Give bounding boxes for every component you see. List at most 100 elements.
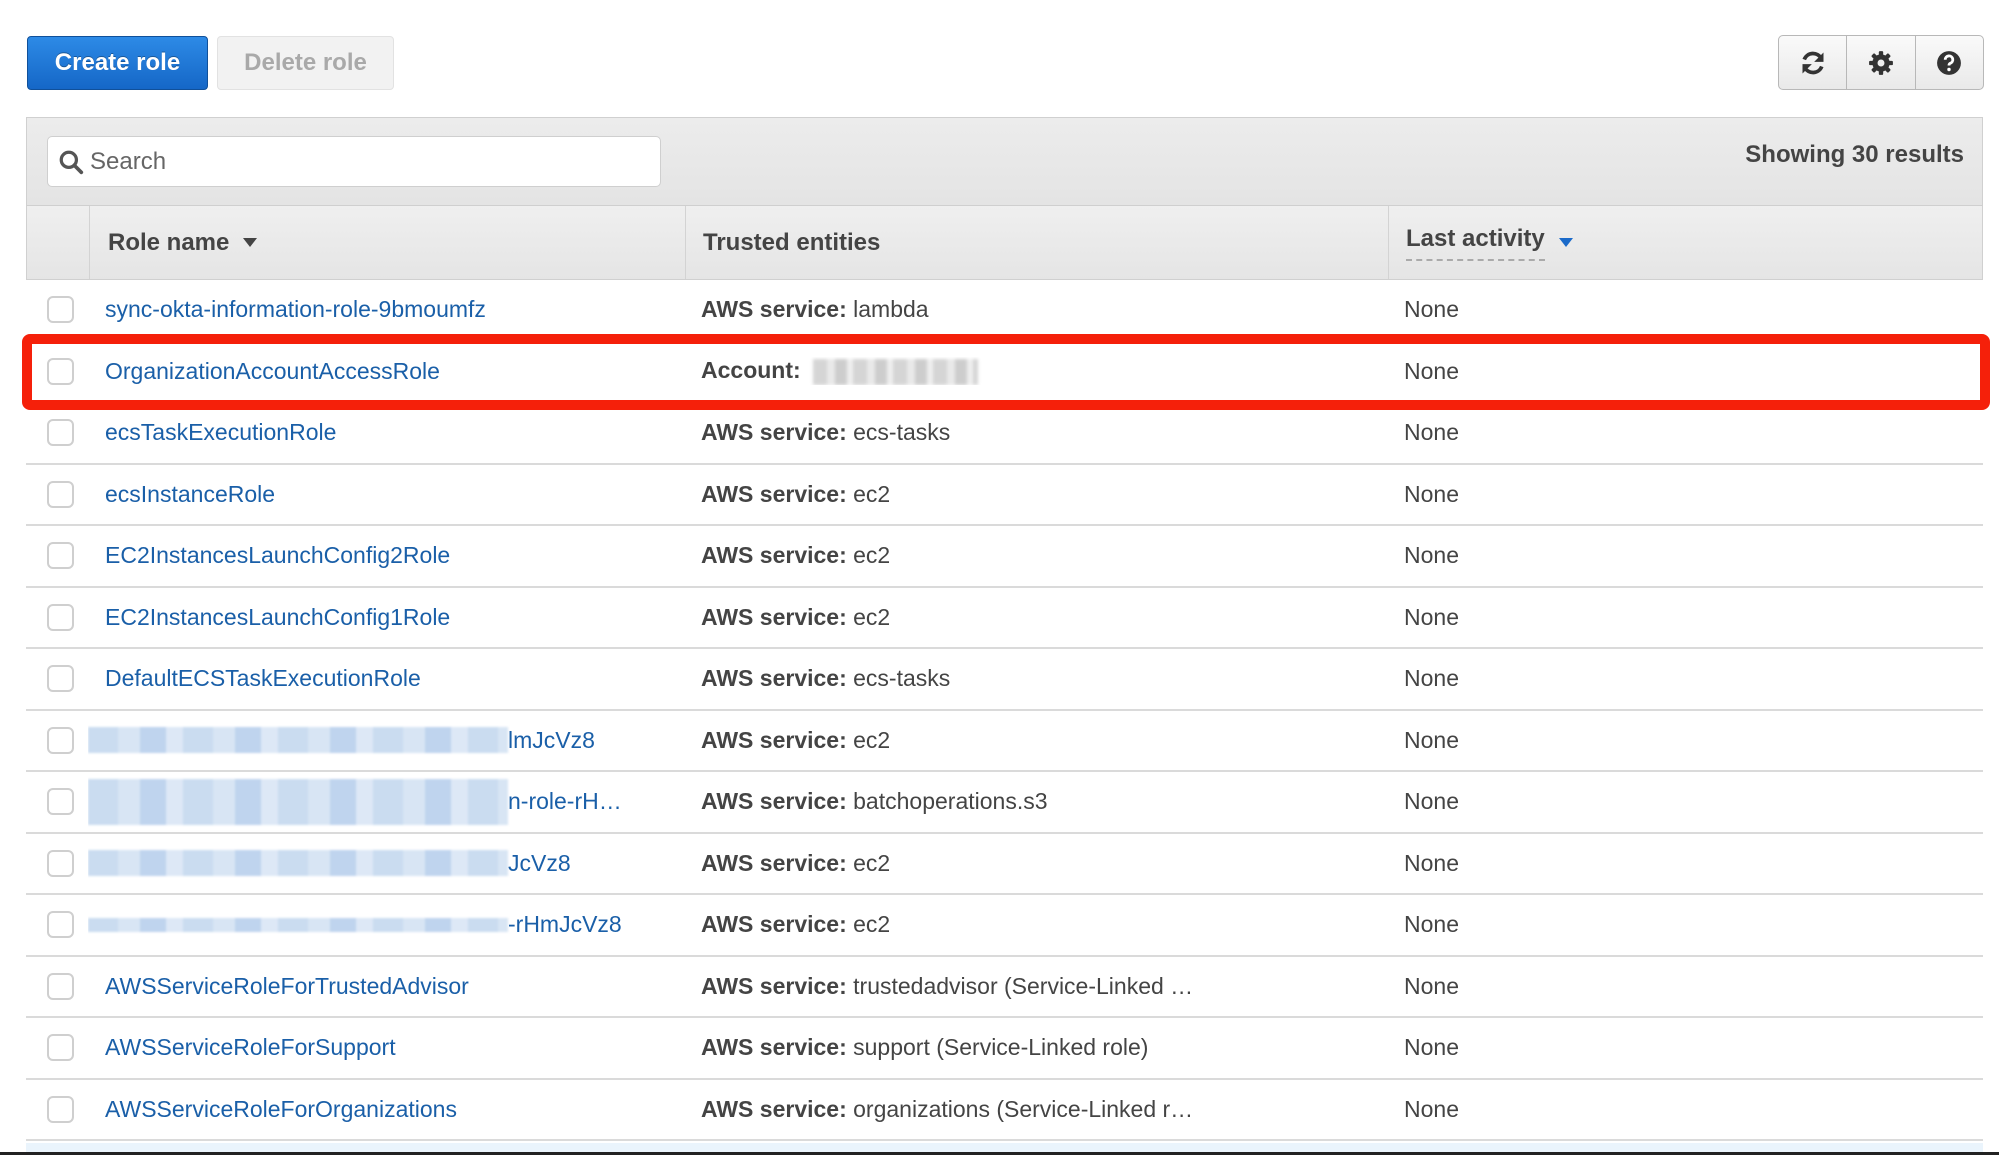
role-name-suffix: n-role-rH…	[508, 788, 622, 815]
role-name-link[interactable]: -rHmJcVz8	[88, 895, 684, 955]
role-name-text: ecsInstanceRole	[105, 480, 276, 507]
last-activity-cell: None	[1404, 849, 1459, 876]
row-checkbox[interactable]	[46, 726, 74, 754]
gear-icon	[1869, 50, 1893, 75]
trusted-entity-label: AWS service:	[701, 788, 847, 815]
table-row[interactable]: OrganizationAccountAccessRole Account: No…	[26, 341, 1983, 403]
trusted-entity-value: ec2	[853, 911, 891, 938]
role-name-link[interactable]: JcVz8	[88, 834, 684, 894]
table-row[interactable]: EC2InstancesLaunchConfig2Role AWS service…	[26, 526, 1983, 588]
table-row[interactable]: n-role-rH… AWS service: batchoperations.s…	[26, 772, 1983, 834]
role-name-link[interactable]: OrganizationAccountAccessRole	[88, 358, 684, 385]
trusted-entity-value: organizations	[853, 1095, 990, 1122]
row-select-cell	[26, 957, 88, 1017]
header-role-name-label: Role name	[108, 228, 230, 256]
row-checkbox[interactable]	[46, 603, 74, 631]
table-row[interactable]: sync-okta-information-role-9bmoumfz AWS s…	[26, 280, 1983, 342]
row-select-cell	[26, 526, 88, 586]
trusted-entity-label: AWS service:	[701, 665, 847, 692]
row-checkbox[interactable]	[46, 480, 74, 508]
row-checkbox[interactable]	[46, 296, 74, 324]
sort-caret-icon	[243, 238, 258, 247]
row-checkbox[interactable]	[46, 911, 74, 939]
row-checkbox[interactable]	[46, 788, 74, 816]
role-name-link[interactable]: ecsTaskExecutionRole	[88, 419, 684, 446]
role-name-link[interactable]: lmJcVz8	[88, 711, 684, 771]
role-name-link[interactable]: EC2InstancesLaunchConfig2Role	[88, 542, 684, 569]
trusted-entity-cell: AWS service: ec2	[684, 911, 1387, 938]
row-select-cell	[26, 588, 88, 648]
row-select-cell	[26, 342, 88, 402]
table-row[interactable]: AWSServiceRoleForTrustedAdvisor AWS servi…	[26, 956, 1983, 1018]
trusted-entity-cell: AWS service: ecs-tasks	[684, 665, 1387, 692]
last-activity-cell: None	[1404, 1034, 1459, 1061]
results-count: Showing 30 results	[1745, 141, 1964, 168]
search-field[interactable]	[47, 136, 661, 187]
trusted-entity-label: AWS service:	[701, 1095, 847, 1122]
row-select-cell	[26, 711, 88, 771]
row-checkbox[interactable]	[46, 1095, 74, 1123]
sort-caret-icon	[1558, 238, 1573, 247]
table-row[interactable]: JcVz8 AWS service: ec2 None	[26, 833, 1983, 895]
redacted-name-mask	[88, 778, 508, 825]
row-checkbox[interactable]	[46, 419, 74, 447]
last-activity-cell: None	[1404, 972, 1459, 999]
last-activity-cell: None	[1404, 296, 1459, 323]
trusted-entity-label: AWS service:	[701, 296, 847, 323]
row-select-cell	[26, 834, 88, 894]
trusted-entity-cell: AWS service: batchoperations.s3	[684, 788, 1387, 815]
role-name-text: AWSServiceRoleForTrustedAdvisor	[105, 972, 469, 999]
trusted-entity-cell: AWS service: ec2	[684, 481, 1387, 508]
table-row[interactable]: AWSServiceRoleForSupport AWS service: sup…	[26, 1018, 1983, 1080]
help-button[interactable]	[1914, 36, 1983, 89]
trusted-entity-value: ec2	[853, 542, 891, 569]
header-role-name[interactable]: Role name	[89, 206, 685, 279]
header-last-activity[interactable]: Last activity	[1388, 206, 1982, 279]
service-linked-note: (Service-Linked …	[1004, 972, 1194, 1000]
role-name-link[interactable]: AWSServiceRoleForTrustedAdvisor	[88, 973, 684, 1000]
role-name-text: AWSServiceRoleForSupport	[105, 1034, 396, 1061]
role-name-link[interactable]: AWSServiceRoleForSupport	[88, 1034, 684, 1061]
role-name-link[interactable]: sync-okta-information-role-9bmoumfz	[88, 296, 684, 323]
table-row[interactable]: DefaultECSTaskExecutionRole AWS service: …	[26, 649, 1983, 711]
role-name-suffix: lmJcVz8	[508, 726, 595, 753]
search-input[interactable]	[90, 147, 650, 176]
table-toolbar: Showing 30 results	[26, 117, 1983, 206]
trusted-entity-label: AWS service:	[701, 972, 847, 999]
table-row[interactable]: ecsTaskExecutionRole AWS service: ecs-tas…	[26, 403, 1983, 465]
role-name-link[interactable]: ecsInstanceRole	[88, 481, 684, 508]
table-row[interactable]: EC2InstancesLaunchConfig1Role AWS service…	[26, 587, 1983, 649]
delete-role-button[interactable]: Delete role	[217, 36, 394, 90]
trusted-entity-value: trustedadvisor	[853, 972, 998, 999]
create-role-button[interactable]: Create role	[27, 36, 208, 90]
table-row[interactable]: lmJcVz8 AWS service: ec2 None	[26, 710, 1983, 772]
table-row[interactable]: ecsInstanceRole AWS service: ec2 None	[26, 464, 1983, 526]
table-row[interactable]: AWSServiceRoleForOrganizations AWS servic…	[26, 1079, 1983, 1141]
role-name-link[interactable]: EC2InstancesLaunchConfig1Role	[88, 604, 684, 631]
row-select-cell	[26, 465, 88, 525]
help-icon	[1937, 50, 1962, 75]
trusted-entity-cell: AWS service: support (Service-Linked rol…	[684, 1034, 1387, 1062]
refresh-button[interactable]	[1779, 36, 1846, 89]
last-activity-cell: None	[1404, 357, 1459, 384]
trusted-entity-cell: AWS service: lambda	[684, 296, 1387, 323]
trusted-entity-value: ec2	[853, 603, 891, 630]
settings-button[interactable]	[1846, 36, 1914, 89]
role-name-link[interactable]: n-role-rH…	[88, 772, 684, 832]
header-trusted-entities-label: Trusted entities	[703, 228, 881, 256]
role-name-link[interactable]: AWSServiceRoleForOrganizations	[88, 1096, 684, 1123]
trusted-entity-cell: AWS service: ec2	[684, 604, 1387, 631]
row-select-cell	[26, 403, 88, 463]
row-checkbox[interactable]	[46, 849, 74, 877]
row-checkbox[interactable]	[46, 357, 74, 385]
row-checkbox[interactable]	[46, 1034, 74, 1062]
row-select-cell	[26, 772, 88, 832]
role-name-link[interactable]: DefaultECSTaskExecutionRole	[88, 665, 684, 692]
row-checkbox[interactable]	[46, 665, 74, 693]
last-activity-cell: None	[1404, 480, 1459, 507]
table-row[interactable]: -rHmJcVz8 AWS service: ec2 None	[26, 895, 1983, 957]
trusted-entity-label: AWS service:	[701, 542, 847, 569]
trusted-entity-label: AWS service:	[701, 1034, 847, 1061]
row-checkbox[interactable]	[46, 972, 74, 1000]
row-checkbox[interactable]	[46, 542, 74, 570]
